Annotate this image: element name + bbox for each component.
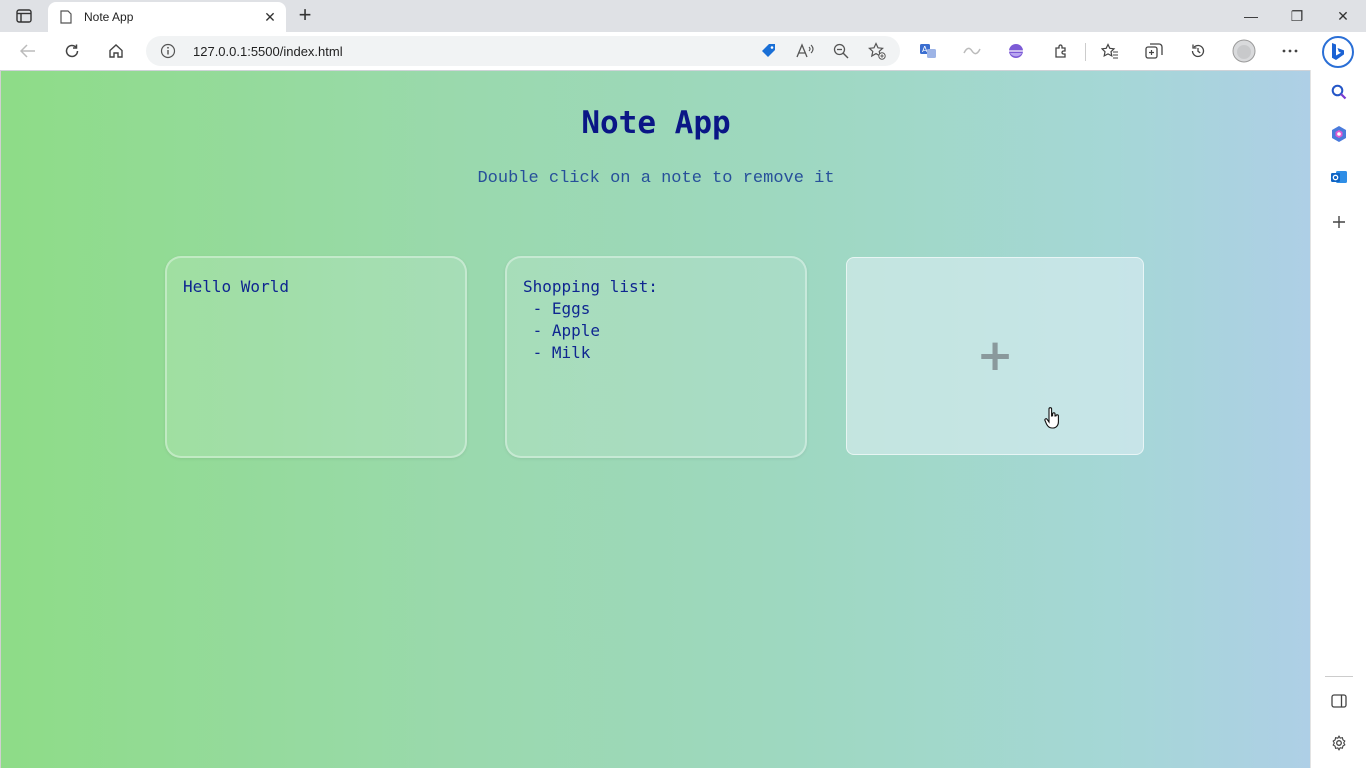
favorites-icon[interactable] — [1096, 38, 1124, 64]
profile-icon[interactable] — [1230, 38, 1258, 64]
collections-icon[interactable] — [1140, 38, 1168, 64]
back-icon[interactable] — [14, 38, 42, 64]
info-icon[interactable] — [160, 43, 176, 59]
hand-cursor-icon — [1044, 407, 1060, 434]
tab-strip: Note App ✕ + — ❐ ✕ — [0, 0, 1366, 32]
tab-close-button[interactable]: ✕ — [260, 7, 280, 27]
settings-icon[interactable] — [1327, 731, 1351, 755]
read-aloud-icon[interactable] — [794, 41, 816, 61]
translate-icon[interactable]: A — [914, 38, 942, 64]
history-icon[interactable] — [1184, 38, 1212, 64]
tab-actions-icon[interactable] — [10, 5, 38, 27]
edge-sidebar — [1310, 70, 1366, 768]
extension-icon[interactable] — [958, 38, 986, 64]
restore-button[interactable]: ❐ — [1274, 0, 1320, 32]
window-close-button[interactable]: ✕ — [1320, 0, 1366, 32]
browser-tab[interactable]: Note App ✕ — [48, 2, 286, 32]
browser-essentials-icon[interactable] — [1002, 38, 1030, 64]
sidebar-toggle-icon[interactable] — [1327, 689, 1351, 713]
add-favorite-icon[interactable] — [866, 41, 888, 61]
refresh-icon[interactable] — [58, 38, 86, 64]
note-app-page: Note App Double click on a note to remov… — [0, 70, 1310, 768]
bing-icon[interactable] — [1322, 36, 1354, 68]
toolbar-divider — [1085, 43, 1086, 61]
add-note-button[interactable]: + — [846, 257, 1144, 455]
note-card[interactable]: Shopping list: - Eggs - Apple - Milk — [505, 256, 807, 458]
minimize-button[interactable]: — — [1228, 0, 1274, 32]
sidebar-divider — [1325, 676, 1353, 677]
page-icon — [58, 9, 74, 25]
browser-toolbar: 127.0.0.1:5500/index.html A — [0, 32, 1366, 70]
shopping-tag-icon[interactable] — [758, 41, 780, 61]
home-icon[interactable] — [102, 38, 130, 64]
extensions-icon[interactable] — [1047, 38, 1075, 64]
copilot-icon[interactable] — [1327, 122, 1351, 146]
note-card[interactable]: Hello World — [165, 256, 467, 458]
outlook-icon[interactable] — [1327, 165, 1351, 189]
zoom-out-icon[interactable] — [830, 41, 852, 61]
page-subtitle: Double click on a note to remove it — [477, 169, 835, 188]
new-tab-button[interactable]: + — [293, 4, 317, 28]
add-icon[interactable] — [1327, 210, 1351, 234]
url-text[interactable]: 127.0.0.1:5500/index.html — [193, 44, 343, 59]
plus-icon: + — [976, 330, 1014, 381]
search-icon[interactable] — [1327, 80, 1351, 104]
page-title: Note App — [581, 105, 731, 141]
address-bar[interactable]: 127.0.0.1:5500/index.html — [146, 36, 900, 66]
tab-title: Note App — [84, 10, 134, 24]
more-icon[interactable] — [1276, 38, 1304, 64]
